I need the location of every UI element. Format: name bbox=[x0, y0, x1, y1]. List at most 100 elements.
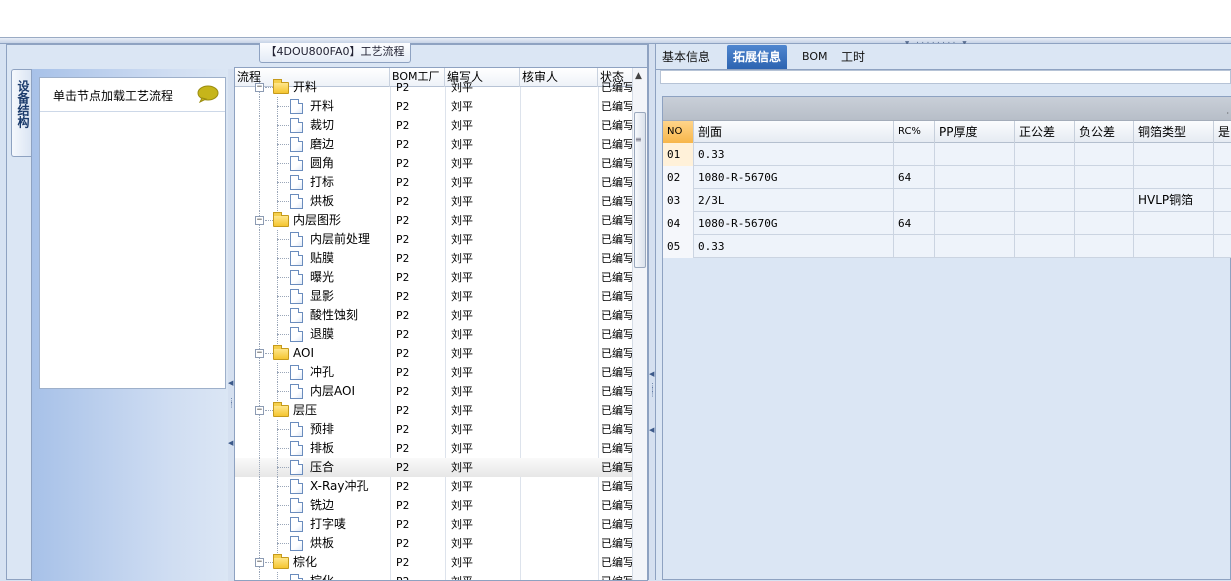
grid-cell[interactable] bbox=[1075, 212, 1134, 235]
tree-step-row[interactable]: 退膜 P2 刘平 已编写 bbox=[235, 325, 633, 344]
collapse-toggle-icon[interactable]: − bbox=[255, 216, 264, 225]
grid-cell[interactable]: HVLP铜箔 bbox=[1134, 189, 1214, 212]
tree-step-row[interactable]: 烘板 P2 刘平 已编写 bbox=[235, 534, 633, 553]
tree-step-row[interactable]: 裁切 P2 刘平 已编写 bbox=[235, 116, 633, 135]
vertical-splitter[interactable]: ◀ ⋮ ⋮ ⋮ ◀ bbox=[648, 44, 656, 580]
grid-cell[interactable] bbox=[894, 189, 935, 212]
row-number-cell[interactable]: 01 bbox=[663, 143, 694, 166]
tree-node-cell[interactable]: 铣边 bbox=[235, 496, 390, 515]
tree-node-cell[interactable]: X-Ray冲孔 bbox=[235, 477, 390, 496]
tree-node-cell[interactable]: 冲孔 bbox=[235, 363, 390, 382]
tree-node-cell[interactable]: 磨边 bbox=[235, 135, 390, 154]
tree-node-cell[interactable]: 贴膜 bbox=[235, 249, 390, 268]
tree-step-row[interactable]: 贴膜 P2 刘平 已编写 bbox=[235, 249, 633, 268]
tree-node-cell[interactable]: 打字唛 bbox=[235, 515, 390, 534]
grid-row[interactable]: 02 1080-R-5670G 64 bbox=[663, 166, 1231, 189]
grid-cell[interactable] bbox=[1075, 166, 1134, 189]
grid-cell[interactable]: 1080-R-5670G bbox=[694, 166, 894, 189]
grid-cell[interactable] bbox=[1075, 189, 1134, 212]
grid-cell[interactable] bbox=[1015, 143, 1075, 166]
grid-col-header[interactable]: 负公差 bbox=[1075, 121, 1134, 143]
grid-row[interactable]: 01 0.33 bbox=[663, 143, 1231, 166]
tree-node-cell[interactable]: 内层AOI bbox=[235, 382, 390, 401]
tree-step-row[interactable]: 铣边 P2 刘平 已编写 bbox=[235, 496, 633, 515]
tree-step-row[interactable]: 内层前处理 P2 刘平 已编写 bbox=[235, 230, 633, 249]
grid-cell[interactable] bbox=[1214, 143, 1231, 166]
tree-step-row[interactable]: X-Ray冲孔 P2 刘平 已编写 bbox=[235, 477, 633, 496]
tree-node-cell[interactable]: 显影 bbox=[235, 287, 390, 306]
grid-col-header[interactable]: 铜箔类型 bbox=[1134, 121, 1214, 143]
tree-step-row[interactable]: 酸性蚀刻 P2 刘平 已编写 bbox=[235, 306, 633, 325]
tree-node-cell[interactable]: 打标 bbox=[235, 173, 390, 192]
tab-basic-info[interactable]: 基本信息 bbox=[656, 45, 716, 69]
tree-step-row[interactable]: 压合 P2 刘平 已编写 bbox=[235, 458, 633, 477]
tree-step-row[interactable]: 预排 P2 刘平 已编写 bbox=[235, 420, 633, 439]
tab-extended-info[interactable]: 拓展信息 bbox=[727, 45, 788, 69]
row-number-cell[interactable]: 05 bbox=[663, 235, 694, 258]
vertical-tab-device-structure[interactable]: 设备结构 bbox=[11, 69, 33, 157]
grid-cell[interactable]: 0.33 bbox=[694, 143, 894, 166]
tree-step-row[interactable]: 排板 P2 刘平 已编写 bbox=[235, 439, 633, 458]
grid-cell[interactable] bbox=[894, 143, 935, 166]
tree-node-cell[interactable]: 预排 bbox=[235, 420, 390, 439]
tree-step-row[interactable]: 磨边 P2 刘平 已编写 bbox=[235, 135, 633, 154]
grid-cell[interactable] bbox=[935, 143, 1015, 166]
grid-col-header[interactable]: 正公差 bbox=[1015, 121, 1075, 143]
grid-cell[interactable] bbox=[935, 212, 1015, 235]
tree-node-cell[interactable]: 烘板 bbox=[235, 192, 390, 211]
grid-cell[interactable]: 64 bbox=[894, 212, 935, 235]
tree-step-row[interactable]: 曝光 P2 刘平 已编写 bbox=[235, 268, 633, 287]
collapse-toggle-icon[interactable]: − bbox=[255, 558, 264, 567]
grid-cell[interactable] bbox=[1134, 166, 1214, 189]
grid-col-header[interactable]: NO bbox=[663, 121, 694, 143]
grid-cell[interactable] bbox=[935, 189, 1015, 212]
grid-cell[interactable] bbox=[1015, 189, 1075, 212]
tree-step-row[interactable]: 开料 P2 刘平 已编写 bbox=[235, 97, 633, 116]
grid-col-header[interactable]: 是 bbox=[1214, 121, 1231, 143]
grid-cell[interactable] bbox=[1015, 212, 1075, 235]
row-number-cell[interactable]: 04 bbox=[663, 212, 694, 235]
tree-step-row[interactable]: 冲孔 P2 刘平 已编写 bbox=[235, 363, 633, 382]
grid-cell[interactable] bbox=[1214, 189, 1231, 212]
tree-node-cell[interactable]: 内层前处理 bbox=[235, 230, 390, 249]
row-number-cell[interactable]: 02 bbox=[663, 166, 694, 189]
grid-col-header[interactable]: 剖面 bbox=[694, 121, 894, 143]
grid-col-header[interactable]: PP厚度 bbox=[935, 121, 1015, 143]
grid-cell[interactable] bbox=[1134, 235, 1214, 258]
tree-node-cell[interactable]: 排板 bbox=[235, 439, 390, 458]
tree-folder-row[interactable]: − AOI P2 刘平 已编写 bbox=[235, 344, 633, 363]
grid-cell[interactable] bbox=[1214, 166, 1231, 189]
grid-cell[interactable] bbox=[1075, 143, 1134, 166]
scroll-up-icon[interactable]: ▲ bbox=[635, 71, 642, 81]
tree-node-cell[interactable]: − 开料 bbox=[235, 78, 390, 97]
tree-step-row[interactable]: 烘板 P2 刘平 已编写 bbox=[235, 192, 633, 211]
grid-row[interactable]: 03 2/3L HVLP铜箔 bbox=[663, 189, 1231, 212]
collapse-toggle-icon[interactable]: − bbox=[255, 406, 264, 415]
grid-cell[interactable] bbox=[1015, 166, 1075, 189]
tree-step-row[interactable]: 打字唛 P2 刘平 已编写 bbox=[235, 515, 633, 534]
tree-node-cell[interactable]: 开料 bbox=[235, 97, 390, 116]
tree-node-cell[interactable]: 酸性蚀刻 bbox=[235, 306, 390, 325]
grid-row[interactable]: 05 0.33 bbox=[663, 235, 1231, 258]
grid-row[interactable]: 04 1080-R-5670G 64 bbox=[663, 212, 1231, 235]
grid-cell[interactable]: 0.33 bbox=[694, 235, 894, 258]
tree-node-cell[interactable]: 曝光 bbox=[235, 268, 390, 287]
grid-cell[interactable]: 2/3L bbox=[694, 189, 894, 212]
tree-step-row[interactable]: 打标 P2 刘平 已编写 bbox=[235, 173, 633, 192]
grid-cell[interactable] bbox=[1214, 212, 1231, 235]
tree-folder-row[interactable]: − 内层图形 P2 刘平 已编写 bbox=[235, 211, 633, 230]
grid-cell[interactable] bbox=[935, 235, 1015, 258]
tree-node-cell[interactable]: − 棕化 bbox=[235, 553, 390, 572]
grid-cell[interactable] bbox=[894, 235, 935, 258]
tab-bom[interactable]: BOM bbox=[796, 45, 834, 69]
collapse-toggle-icon[interactable]: − bbox=[255, 83, 264, 92]
tree-node-cell[interactable]: − 内层图形 bbox=[235, 211, 390, 230]
grid-cell[interactable] bbox=[1075, 235, 1134, 258]
tree-folder-row[interactable]: − 层压 P2 刘平 已编写 bbox=[235, 401, 633, 420]
tree-node-cell[interactable]: − 层压 bbox=[235, 401, 390, 420]
grid-cell[interactable] bbox=[1214, 235, 1231, 258]
tree-node-cell[interactable]: 压合 bbox=[235, 458, 390, 477]
collapse-toggle-icon[interactable]: − bbox=[255, 349, 264, 358]
tree-node-cell[interactable]: 圆角 bbox=[235, 154, 390, 173]
tree-folder-row[interactable]: − 开料 P2 刘平 已编写 bbox=[235, 78, 633, 97]
